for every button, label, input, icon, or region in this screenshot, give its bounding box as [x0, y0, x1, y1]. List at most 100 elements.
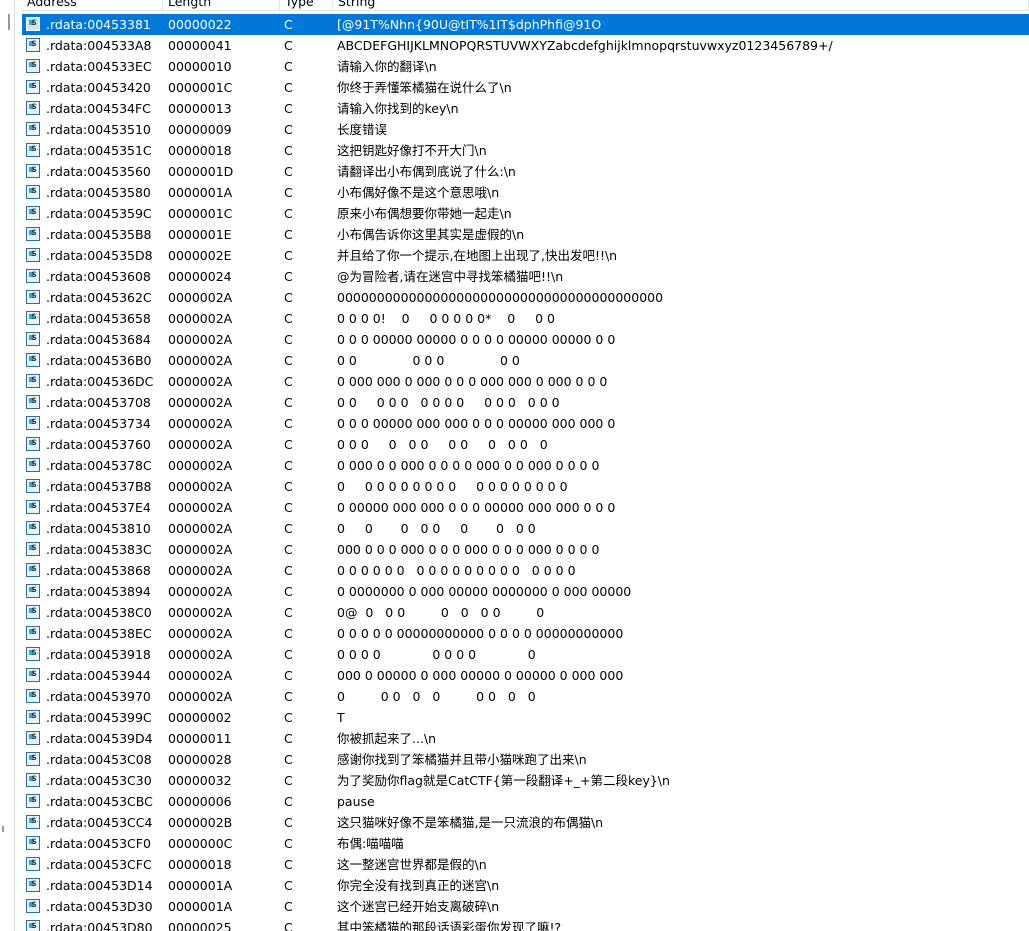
row-type: C: [284, 185, 293, 200]
row-string: 0 0 0 0! 0 0 0 0 0 0* 0 0 0: [337, 311, 555, 326]
row-string: 并且给了你一个提示,在地图上出现了,快出发吧!!\n: [337, 248, 618, 263]
table-row[interactable]: .rdata:00453381 00000022 C [@91T%Nhn{90U…: [22, 14, 1029, 35]
column-header-string[interactable]: String: [333, 0, 1029, 10]
row-type: C: [284, 164, 293, 179]
table-row[interactable]: .rdata:004537B8 0000002A C 0 0 0 0 0 0 0…: [22, 476, 1029, 497]
table-row[interactable]: .rdata:0045383C 0000002A C 000 0 0 0 000…: [22, 539, 1029, 560]
row-type: C: [284, 689, 293, 704]
table-row[interactable]: .rdata:00453918 0000002A C 0 0 0 0 0 0 0…: [22, 644, 1029, 665]
table-row[interactable]: .rdata:00453760 0000002A C 0 0 0 0 0 0 0…: [22, 434, 1029, 455]
table-row[interactable]: .rdata:0045351C 00000018 C 这把钥匙好像打不开大门\n: [22, 140, 1029, 161]
table-row[interactable]: .rdata:00453608 00000024 C @为冒险者,请在迷宫中寻找…: [22, 266, 1029, 287]
row-address: .rdata:00453C08: [46, 752, 152, 767]
row-string: 小布偶告诉你这里其实是虚假的\n: [337, 227, 525, 242]
string-entry-icon: [26, 518, 42, 539]
row-type: C: [284, 80, 293, 95]
row-type: C: [284, 563, 293, 578]
row-length: 0000001A: [168, 899, 233, 914]
table-row[interactable]: .rdata:004538EC 0000002A C 0 0 0 0 0 000…: [22, 623, 1029, 644]
string-icon: [26, 793, 40, 808]
table-row[interactable]: .rdata:004533A8 00000041 C ABCDEFGHIJKLM…: [22, 35, 1029, 56]
table-row[interactable]: .rdata:00453970 0000002A C 0 0 0 0 0 0 0…: [22, 686, 1029, 707]
row-string: 请输入你的翻译\n: [337, 59, 437, 74]
table-row[interactable]: .rdata:00453D80 00000025 C 其中笨橘猫的那段话语彩蛋你…: [22, 917, 1029, 931]
table-row[interactable]: .rdata:00453D30 0000001A C 这个迷宫已经开始支离破碎\…: [22, 896, 1029, 917]
row-length: 0000002A: [168, 605, 233, 620]
row-address: .rdata:004536DC: [46, 374, 154, 389]
row-string: 0 0 0 0 0 0 0 0 0 0 0 0: [337, 437, 548, 452]
table-row[interactable]: .rdata:004536B0 0000002A C 0 0 0 0 0 0 0: [22, 350, 1029, 371]
string-entry-icon: [26, 833, 42, 854]
table-row[interactable]: .rdata:00453CFC 00000018 C 这一整迷宫世界都是假的\n: [22, 854, 1029, 875]
row-string: 原来小布偶想要你带她一起走\n: [337, 206, 512, 221]
string-icon: [26, 520, 40, 535]
string-icon: [26, 79, 40, 94]
row-string: 布偶:喵喵喵: [337, 836, 404, 851]
table-row[interactable]: .rdata:0045362C 0000002A C 0000000000000…: [22, 287, 1029, 308]
table-row[interactable]: .rdata:004533EC 00000010 C 请输入你的翻译\n: [22, 56, 1029, 77]
column-header-length[interactable]: Length: [163, 0, 280, 10]
table-row[interactable]: .rdata:00453C30 00000032 C 为了奖励你flag就是Ca…: [22, 770, 1029, 791]
table-row[interactable]: .rdata:00453D14 0000001A C 你完全没有找到真正的迷宫\…: [22, 875, 1029, 896]
row-type: C: [284, 500, 293, 515]
table-row[interactable]: .rdata:004535D8 0000002E C 并且给了你一个提示,在地图…: [22, 245, 1029, 266]
table-row[interactable]: .rdata:00453658 0000002A C 0 0 0 0! 0 0 …: [22, 308, 1029, 329]
gutter-mark: [2, 826, 4, 832]
table-row[interactable]: .rdata:00453C08 00000028 C 感谢你找到了笨橘猫并且带小…: [22, 749, 1029, 770]
row-address: .rdata:00453708: [46, 395, 151, 410]
string-entry-icon: [26, 539, 42, 560]
table-row[interactable]: .rdata:00453944 0000002A C 000 0 00000 0…: [22, 665, 1029, 686]
table-row[interactable]: .rdata:0045399C 00000002 C T: [22, 707, 1029, 728]
table-row[interactable]: .rdata:00453810 0000002A C 0 0 0 0 0 0 0…: [22, 518, 1029, 539]
row-address: .rdata:00453868: [46, 563, 151, 578]
table-row[interactable]: .rdata:00453510 00000009 C 长度错误: [22, 119, 1029, 140]
string-icon: [26, 688, 40, 703]
table-row[interactable]: .rdata:00453894 0000002A C 0 0000000 0 0…: [22, 581, 1029, 602]
column-header-address[interactable]: Address: [22, 0, 163, 10]
table-row[interactable]: .rdata:00453684 0000002A C 0 0 0 00000 0…: [22, 329, 1029, 350]
table-row[interactable]: .rdata:004536DC 0000002A C 0 000 000 0 0…: [22, 371, 1029, 392]
table-row[interactable]: .rdata:00453580 0000001A C 小布偶好像不是这个意思哦\…: [22, 182, 1029, 203]
string-entry-icon: [26, 497, 42, 518]
table-row[interactable]: .rdata:00453560 0000001D C 请翻译出小布偶到底说了什么…: [22, 161, 1029, 182]
table-row[interactable]: .rdata:00453CC4 0000002B C 这只猫咪好像不是笨橘猫,是…: [22, 812, 1029, 833]
row-address: .rdata:00453608: [46, 269, 151, 284]
splitter-handle[interactable]: [8, 14, 10, 30]
row-length: 0000002A: [168, 374, 233, 389]
table-row[interactable]: .rdata:0045378C 0000002A C 0 000 0 0 000…: [22, 455, 1029, 476]
string-entry-icon: [26, 371, 42, 392]
table-row[interactable]: .rdata:00453420 0000001C C 你终于弄懂笨橘猫在说什么了…: [22, 77, 1029, 98]
table-row[interactable]: .rdata:004537E4 0000002A C 0 00000 000 0…: [22, 497, 1029, 518]
string-icon: [26, 562, 40, 577]
row-type: C: [284, 542, 293, 557]
string-icon: [26, 100, 40, 115]
table-row[interactable]: .rdata:004535B8 0000001E C 小布偶告诉你这里其实是虚假…: [22, 224, 1029, 245]
table-row[interactable]: .rdata:004538C0 0000002A C 0@ 0 0 0 0 0 …: [22, 602, 1029, 623]
string-entry-icon: [26, 245, 42, 266]
table-row[interactable]: .rdata:00453734 0000002A C 0 0 0 00000 0…: [22, 413, 1029, 434]
table-row[interactable]: .rdata:00453868 0000002A C 0 0 0 0 0 0 0…: [22, 560, 1029, 581]
row-length: 00000041: [168, 38, 232, 53]
string-icon: [26, 625, 40, 640]
row-string: 这只猫咪好像不是笨橘猫,是一只流浪的布偶猫\n: [337, 815, 604, 830]
string-entry-icon: [26, 308, 42, 329]
row-address: .rdata:004538C0: [46, 605, 152, 620]
row-string: 0 000 000 0 000 0 0 0 000 000 0 000 0 0 …: [337, 374, 608, 389]
table-row[interactable]: .rdata:004534FC 00000013 C 请输入你找到的key\n: [22, 98, 1029, 119]
column-header-type[interactable]: Type: [280, 0, 333, 10]
string-entry-icon: [26, 602, 42, 623]
table-row[interactable]: .rdata:00453CBC 00000006 C pause: [22, 791, 1029, 812]
string-entry-icon: [26, 770, 42, 791]
table-row[interactable]: .rdata:00453708 0000002A C 0 0 0 0 0 0 0…: [22, 392, 1029, 413]
string-icon: [26, 814, 40, 829]
row-address: .rdata:004538EC: [46, 626, 152, 641]
row-address: .rdata:00453D14: [46, 878, 153, 893]
table-row[interactable]: .rdata:004539D4 00000011 C 你被抓起来了...\n: [22, 728, 1029, 749]
table-row[interactable]: .rdata:0045359C 0000001C C 原来小布偶想要你带她一起走…: [22, 203, 1029, 224]
table-row[interactable]: .rdata:00453CF0 0000000C C 布偶:喵喵喵: [22, 833, 1029, 854]
row-string: 0 0 0 00000 00000 0 0 0 0 00000 00000 0 …: [337, 332, 616, 347]
string-icon: [26, 184, 40, 199]
row-length: 0000002A: [168, 647, 233, 662]
row-string: 小布偶好像不是这个意思哦\n: [337, 185, 500, 200]
row-address: .rdata:00453970: [46, 689, 151, 704]
